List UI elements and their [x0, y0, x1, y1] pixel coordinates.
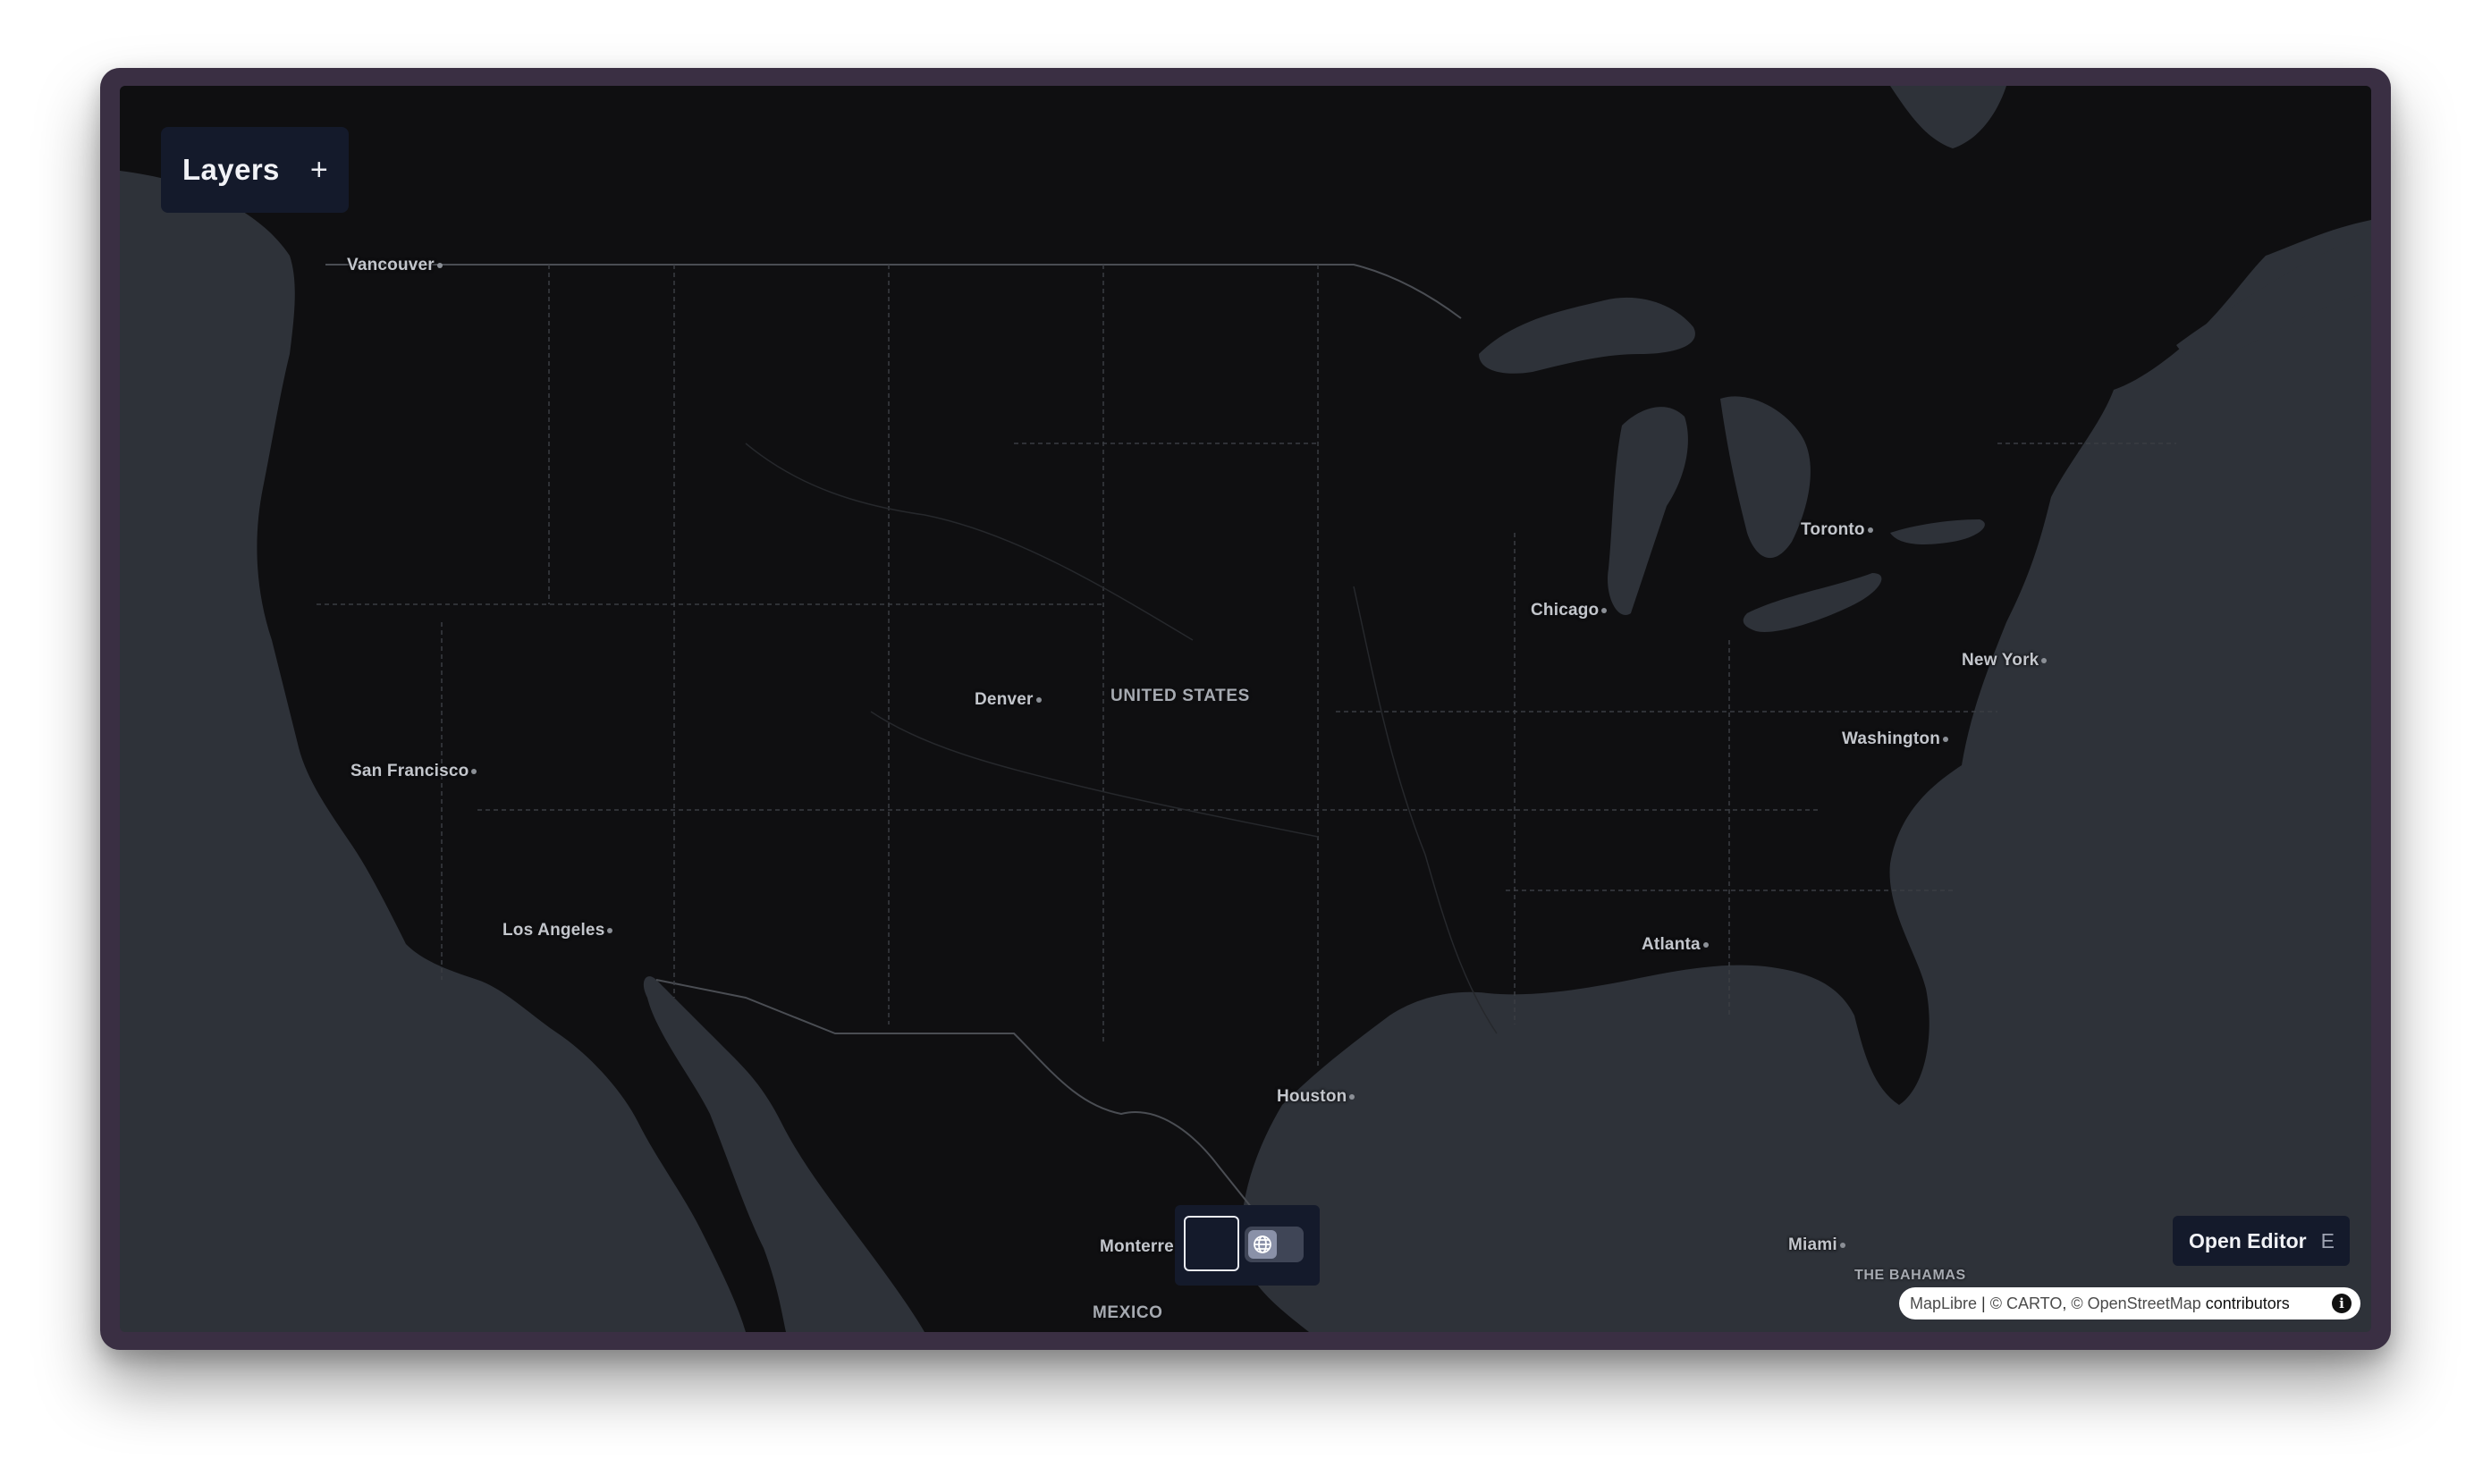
layers-panel: Layers +: [161, 127, 349, 213]
attribution-contributors: contributors: [2200, 1294, 2290, 1312]
city-label-monterrey: Monterre: [1100, 1237, 1174, 1257]
city-dot: [471, 768, 477, 774]
maplibre-link[interactable]: MapLibre: [1910, 1294, 1977, 1313]
attribution-separator: |: [1977, 1294, 1990, 1312]
country-label-mexico: MEXICO: [1093, 1303, 1163, 1322]
city-name: Houston: [1277, 1087, 1347, 1106]
map-attribution: MapLibre | © CARTO , © OpenStreetMap con…: [1899, 1287, 2360, 1320]
city-name: Miami: [1788, 1235, 1837, 1254]
city-name: Chicago: [1531, 601, 1600, 620]
city-label-washington: Washington: [1842, 729, 1948, 749]
city-label-denver: Denver: [975, 690, 1042, 710]
open-editor-shortcut: E: [2320, 1228, 2335, 1252]
city-dot: [436, 262, 443, 268]
city-name: Washington: [1842, 729, 1940, 748]
add-layer-button[interactable]: +: [310, 155, 328, 185]
attribution-comma: ,: [2062, 1294, 2072, 1312]
city-name: Toronto: [1801, 520, 1865, 539]
city-dot: [1867, 527, 1873, 533]
city-label-toronto: Toronto: [1801, 520, 1873, 540]
open-editor-label: Open Editor: [2189, 1228, 2307, 1252]
city-label-houston: Houston: [1277, 1087, 1355, 1107]
city-dot: [607, 927, 613, 933]
city-name: Atlanta: [1642, 935, 1701, 954]
city-dot: [1601, 607, 1608, 613]
city-name: Vancouver: [347, 256, 435, 274]
city-label-los-angeles: Los Angeles: [502, 921, 613, 940]
city-dot: [1839, 1242, 1845, 1248]
city-dot: [1349, 1093, 1355, 1100]
layers-title: Layers: [182, 153, 280, 186]
city-label-new-york: New York: [1962, 651, 2048, 670]
city-dot: [1702, 941, 1709, 948]
city-dot: [1943, 736, 1948, 742]
city-label-san-francisco: San Francisco: [350, 762, 477, 781]
flat-map-toggle-button[interactable]: [1184, 1216, 1239, 1271]
city-name: Denver: [975, 690, 1034, 709]
city-label-miami: Miami: [1788, 1235, 1845, 1255]
projection-toggle: [1175, 1205, 1320, 1286]
country-label-bahamas: THE BAHAMAS: [1854, 1268, 1966, 1283]
city-dot: [2041, 657, 2048, 663]
country-label-united-states: UNITED STATES: [1110, 687, 1250, 705]
city-name: Monterre: [1100, 1237, 1174, 1256]
app-window: Vancouver San Francisco Los Angeles Denv…: [100, 68, 2391, 1350]
open-editor-button[interactable]: Open Editor E: [2173, 1216, 2350, 1266]
carto-link[interactable]: © CARTO: [1990, 1294, 2063, 1313]
city-name: New York: [1962, 651, 2039, 670]
globe-toggle-button[interactable]: [1245, 1227, 1304, 1262]
info-icon[interactable]: i: [2332, 1294, 2352, 1313]
city-label-vancouver: Vancouver: [347, 256, 443, 275]
city-dot: [1035, 696, 1042, 703]
city-name: San Francisco: [350, 762, 469, 780]
city-label-atlanta: Atlanta: [1642, 935, 1709, 955]
city-name: Los Angeles: [502, 921, 605, 940]
city-label-chicago: Chicago: [1531, 601, 1608, 620]
basemap: [120, 86, 2371, 1332]
globe-icon: [1248, 1230, 1277, 1259]
osm-link[interactable]: © OpenStreetMap: [2071, 1294, 2200, 1313]
map-canvas[interactable]: Vancouver San Francisco Los Angeles Denv…: [120, 86, 2371, 1332]
land-north-america: [120, 86, 2371, 1332]
